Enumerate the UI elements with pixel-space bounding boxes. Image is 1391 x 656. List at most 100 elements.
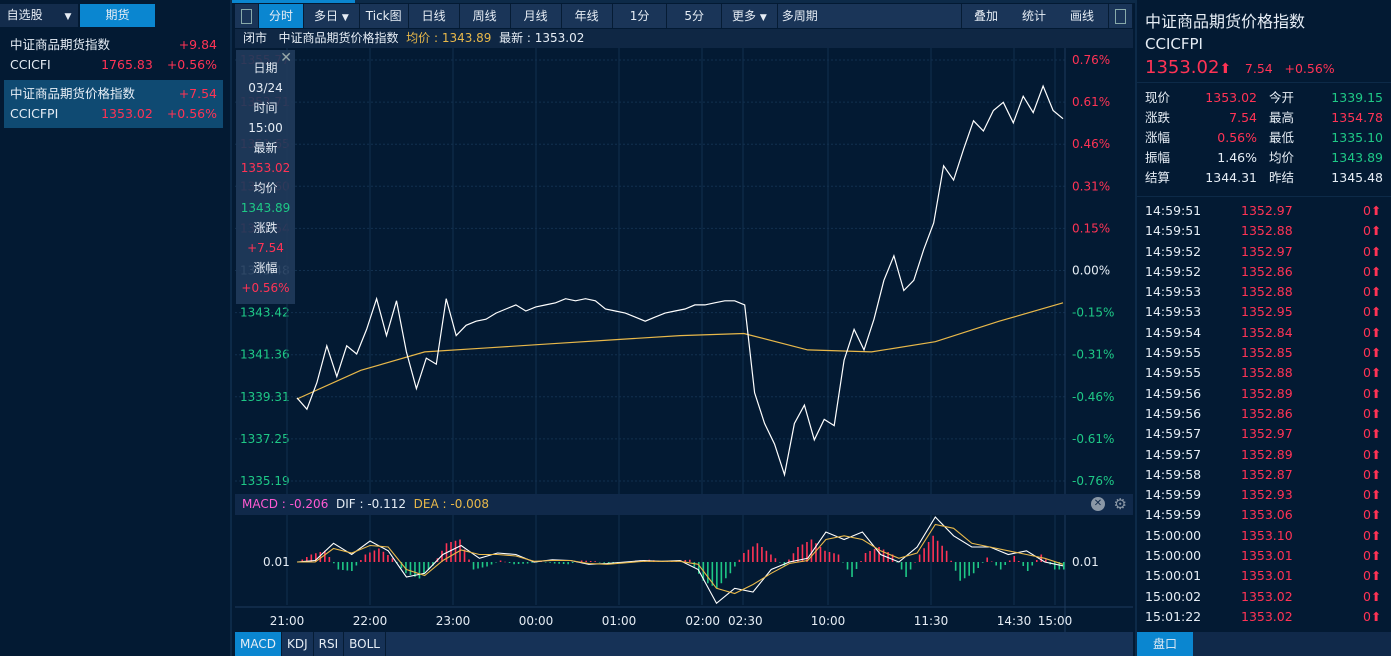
macd-histogram-bar <box>963 562 966 579</box>
macd-histogram-bar <box>743 553 745 562</box>
macd-histogram-bar <box>905 562 907 577</box>
tab-tick[interactable]: Tick图 <box>359 4 409 28</box>
tab-weekly[interactable]: 周线 <box>459 4 511 28</box>
stat-row: 涨幅 0.56% 最低 1335.10 <box>1145 128 1385 148</box>
macd-histogram-bar <box>526 562 529 564</box>
macd-histogram-bar <box>864 553 867 562</box>
macd-chart[interactable]: 0.01 0.01 21:00 22:00 23:00 00:00 01:00 02:00 02… <box>235 515 1133 632</box>
tab-intraday[interactable]: 分时 <box>259 4 305 28</box>
macd-histogram-bar <box>851 562 853 577</box>
tab-5min[interactable]: 5分 <box>667 4 722 28</box>
overlay-button[interactable]: 叠加 <box>961 4 1010 28</box>
close-icon[interactable]: ✕ <box>280 48 292 68</box>
macd-axis-label: 0.01 <box>1072 555 1099 569</box>
list-item[interactable]: 中证商品期货价格指数 +7.54 CCICFPI 1353.02 +0.56% <box>4 80 223 128</box>
tab-futures[interactable]: 期货 <box>80 4 155 27</box>
tab-multiperiod[interactable]: 多周期 <box>777 4 962 28</box>
tab-monthly[interactable]: 月线 <box>510 4 562 28</box>
macd-histogram-bar <box>504 561 506 563</box>
stat-row: 现价 1353.02 今开 1339.15 <box>1145 88 1385 108</box>
time-axis-label: 02:00 <box>685 614 720 628</box>
trade-row: 14:59:57 1352.89 0 ⬆ <box>1137 445 1391 465</box>
tab-macd[interactable]: MACD <box>235 632 282 656</box>
macd-histogram-bar <box>828 552 831 562</box>
macd-histogram-bar <box>707 562 709 584</box>
stat-label: 最高 <box>1269 110 1295 125</box>
macd-histogram-bar <box>1017 561 1020 562</box>
arrow-up-icon: ⬆ <box>1370 365 1382 381</box>
arrow-up-icon: ⬆ <box>1370 568 1382 584</box>
tab-kdj[interactable]: KDJ <box>282 632 314 656</box>
trade-volume: 0 <box>1363 284 1371 300</box>
instrument-name: 中证商品期货价格指数 <box>278 31 399 45</box>
macd-histogram-bar <box>779 562 781 563</box>
macd-histogram-bar <box>716 562 718 589</box>
trade-price: 1352.86 <box>1241 405 1293 421</box>
macd-histogram-bar <box>1004 562 1007 565</box>
list-item[interactable]: 中证商品期货指数 +9.84 CCICFI 1765.83 +0.56% <box>4 31 223 79</box>
panel-icon <box>1115 9 1126 24</box>
intraday-chart[interactable]: 1355.770.76%1353.710.61%1351.650.46%1349… <box>235 48 1133 494</box>
trade-volume: 0 <box>1363 263 1371 279</box>
macd-histogram-bar <box>454 540 457 562</box>
trade-time: 14:59:52 <box>1145 263 1202 279</box>
arrow-up-icon: ⬆ <box>1370 304 1382 320</box>
tab-watchlist[interactable]: 自选股 ▼ <box>0 4 78 27</box>
trade-time: 15:00:01 <box>1145 568 1202 584</box>
tab-yearly[interactable]: 年线 <box>561 4 613 28</box>
macd-histogram-bar <box>373 550 376 562</box>
stat-value: 0.56% <box>1217 130 1257 145</box>
trade-time: 14:59:53 <box>1145 284 1202 300</box>
macd-histogram-bar <box>1031 562 1034 566</box>
tab-daily[interactable]: 日线 <box>408 4 460 28</box>
tab-label: 多日 <box>314 9 339 23</box>
trade-volume: 0 <box>1363 466 1371 482</box>
pct-axis-label: -0.76% <box>1072 474 1114 488</box>
stat-label: 今开 <box>1269 90 1295 105</box>
trade-volume: 0 <box>1363 568 1371 584</box>
stat-label: 昨结 <box>1269 170 1295 185</box>
trade-price: 1352.97 <box>1241 243 1293 259</box>
item-name: 中证商品期货指数 <box>10 37 111 52</box>
trade-volume: 0 <box>1363 487 1371 503</box>
macd-histogram-bar <box>409 562 412 575</box>
macd-histogram-bar <box>959 562 961 581</box>
chevron-down-icon[interactable]: ▼ <box>64 12 71 22</box>
macd-histogram-bar <box>720 562 723 584</box>
gear-icon[interactable]: ⚙ <box>1114 494 1127 515</box>
macd-histogram-bar <box>873 549 876 562</box>
trade-price: 1353.10 <box>1241 527 1293 543</box>
arrow-up-icon: ⬆ <box>1370 243 1382 259</box>
macd-value: MACD : -0.206 <box>242 497 329 511</box>
stats-button[interactable]: 统计 <box>1009 4 1058 28</box>
draw-button[interactable]: 画线 <box>1057 4 1108 28</box>
macd-histogram-bar <box>693 562 696 567</box>
tab-multiday[interactable]: 多日 ▼ <box>304 4 360 28</box>
stat-value: 1344.31 <box>1205 170 1257 185</box>
close-icon[interactable]: ✕ <box>1091 497 1105 511</box>
stat-label: 最低 <box>1269 130 1295 145</box>
macd-histogram-bar <box>927 542 930 562</box>
macd-histogram-bar <box>932 535 934 562</box>
macd-histogram-bar <box>855 562 858 569</box>
macd-axis-label: 0.01 <box>263 555 290 569</box>
macd-histogram-bar <box>531 562 533 563</box>
macd-histogram-bar <box>936 540 939 562</box>
tab-rsi[interactable]: RSI <box>314 632 345 656</box>
toggle-panel-button[interactable] <box>235 4 259 28</box>
trade-row: 15:00:02 1353.02 0 ⬆ <box>1137 587 1391 607</box>
stat-value: 1335.10 <box>1331 130 1383 145</box>
tab-1min[interactable]: 1分 <box>612 4 668 28</box>
tooltip-avg: 1343.89 <box>240 201 291 215</box>
tab-orderbook[interactable]: 盘口 <box>1137 632 1193 656</box>
macd-histogram-bar <box>923 548 925 562</box>
toggle-right-panel-button[interactable] <box>1108 4 1133 28</box>
macd-histogram-bar <box>1013 556 1016 562</box>
tab-boll[interactable]: BOLL <box>344 632 386 656</box>
pct-axis-label: 0.31% <box>1072 179 1110 193</box>
market-status: 闭市 <box>243 31 268 45</box>
arrow-up-icon: ⬆ <box>1370 507 1382 523</box>
indicator-tabs: MACD KDJ RSI BOLL <box>235 632 1133 656</box>
more-menu[interactable]: 更多 ▼ <box>721 4 778 28</box>
panel-icon <box>241 9 252 24</box>
